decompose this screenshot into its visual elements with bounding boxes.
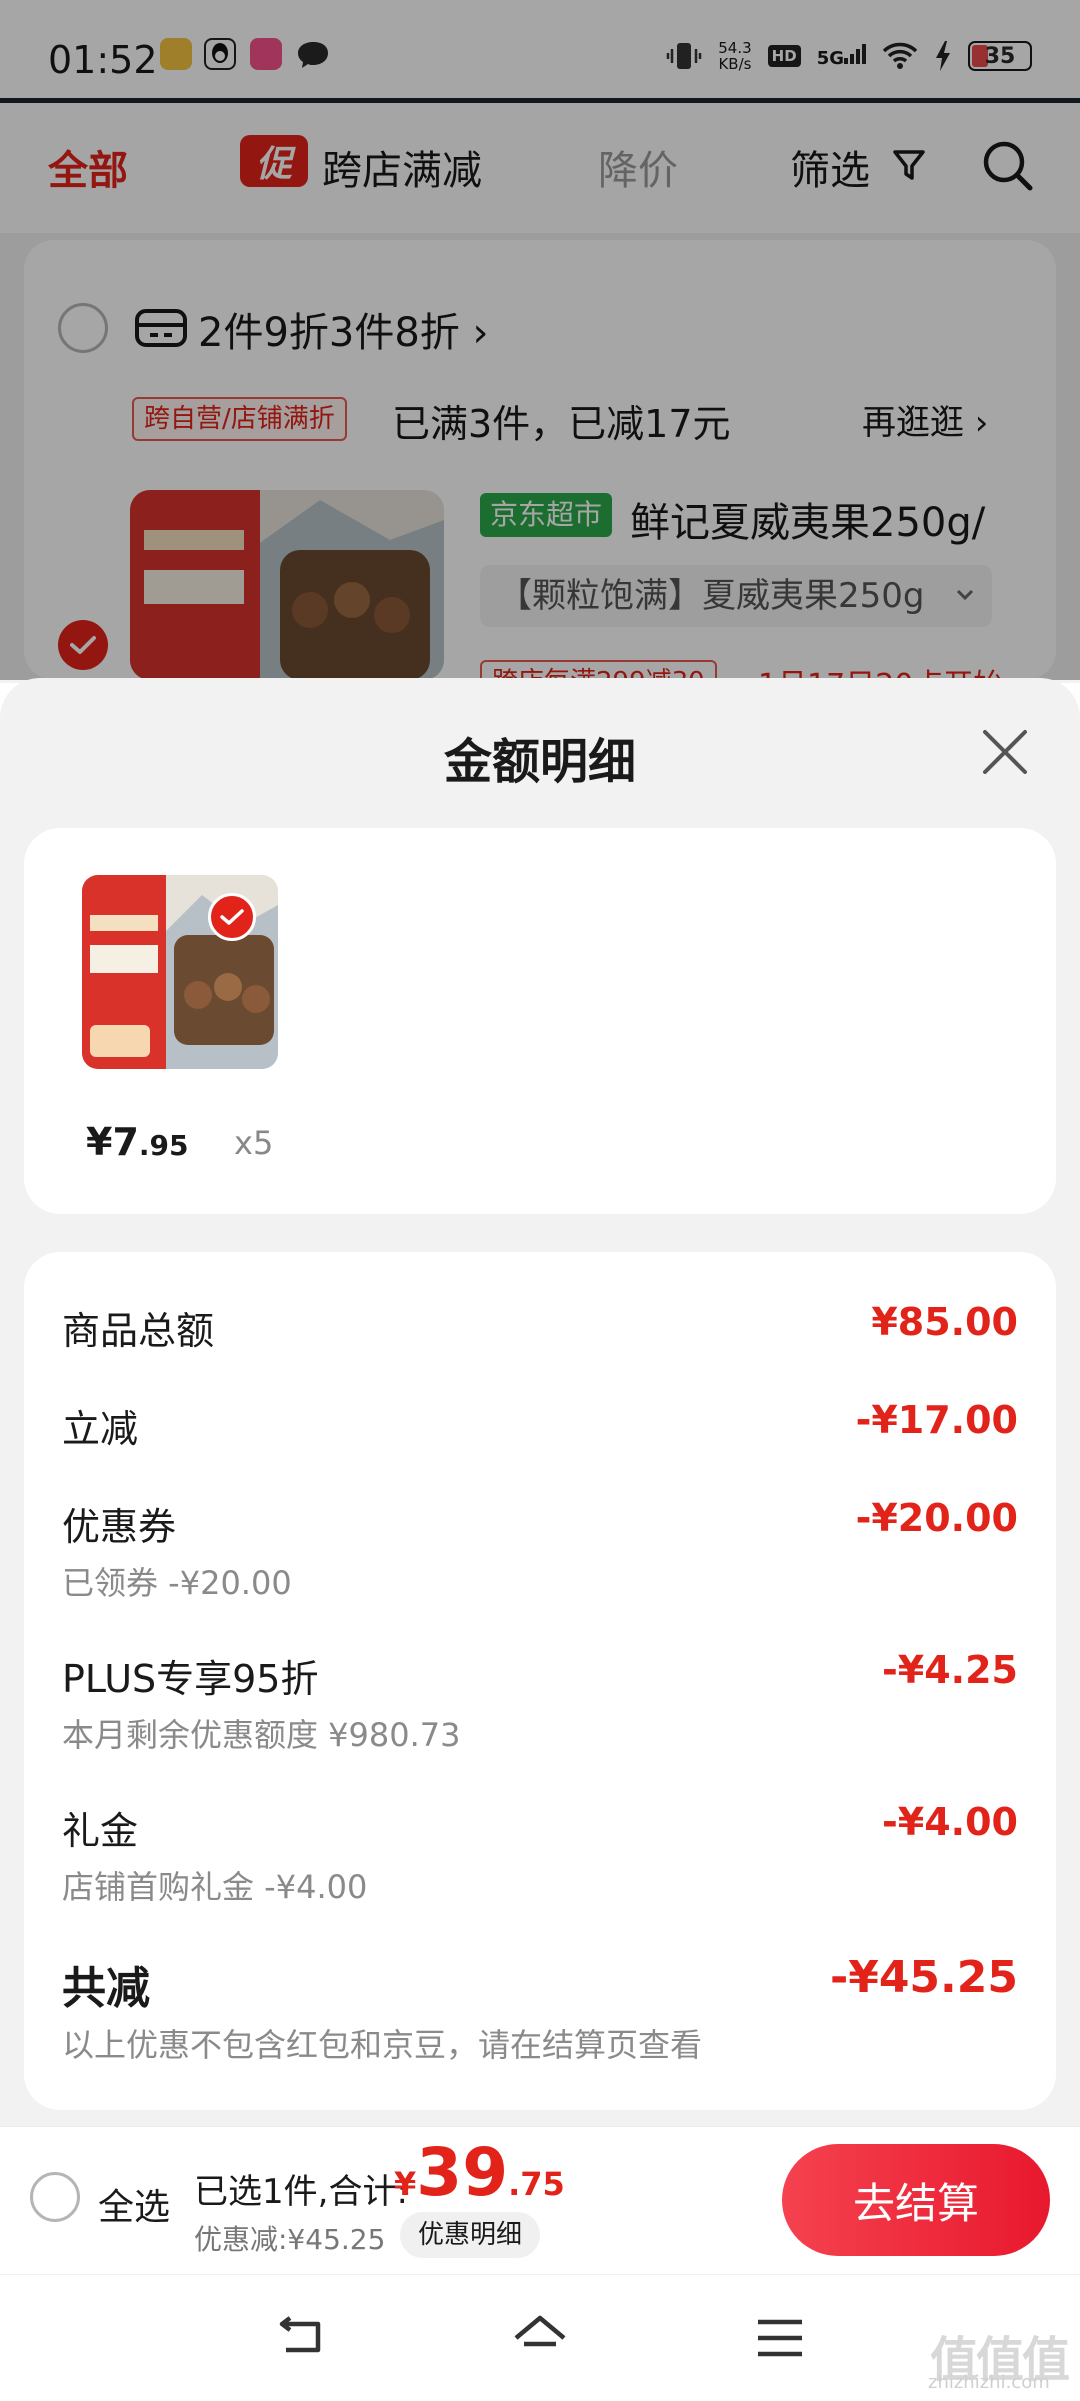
plus-discount-label: PLUS专享95折 xyxy=(62,1657,319,1701)
goods-total-label: 商品总额 xyxy=(62,1309,215,1353)
coupon-sub: 已领券 -¥20.00 xyxy=(62,1564,292,1602)
plus-discount-amount: -¥4.25 xyxy=(882,1648,1018,1692)
discount-summary: 优惠减:¥45.25 xyxy=(194,2223,386,2256)
total-discount-label: 共减 xyxy=(62,1963,150,2014)
total-price: ¥39.75 xyxy=(394,2134,565,2211)
plus-discount-sub: 本月剩余优惠额度 ¥980.73 xyxy=(62,1716,461,1754)
check-icon xyxy=(208,893,256,941)
coupon-label: 优惠券 xyxy=(62,1505,177,1549)
gift-money-sub: 店铺首购礼金 -¥4.00 xyxy=(62,1868,368,1906)
select-all-radio[interactable] xyxy=(30,2172,80,2222)
gift-money-amount: -¥4.00 xyxy=(882,1800,1018,1844)
checkout-button[interactable]: 去结算 xyxy=(782,2144,1050,2256)
select-all-label[interactable]: 全选 xyxy=(98,2178,170,2230)
goods-total-amount: ¥85.00 xyxy=(871,1300,1018,1344)
back-icon[interactable] xyxy=(272,2310,328,2366)
menu-icon[interactable] xyxy=(752,2310,808,2366)
instant-discount-label: 立减 xyxy=(62,1407,139,1451)
item-quantity: x5 xyxy=(234,1124,274,1162)
discount-detail-button[interactable]: 优惠明细 xyxy=(400,2212,541,2258)
gift-money-label: 礼金 xyxy=(62,1809,139,1853)
coupon-amount: -¥20.00 xyxy=(855,1496,1018,1540)
total-discount-note: 以上优惠不包含红包和京豆，请在结算页查看 xyxy=(62,2026,703,2064)
selected-summary: 已选1件,合计: xyxy=(194,2172,408,2212)
item-unit-price: ¥7.95 xyxy=(86,1120,189,1164)
dim-overlay[interactable] xyxy=(0,0,1080,680)
instant-discount-amount: -¥17.00 xyxy=(855,1398,1018,1442)
watermark-url: zhizhizhi.com xyxy=(928,2372,1050,2393)
close-icon[interactable] xyxy=(980,727,1030,777)
sheet-title: 金额明细 xyxy=(443,734,636,790)
total-discount-amount: -¥45.25 xyxy=(829,1952,1018,2003)
home-icon[interactable] xyxy=(512,2310,568,2366)
